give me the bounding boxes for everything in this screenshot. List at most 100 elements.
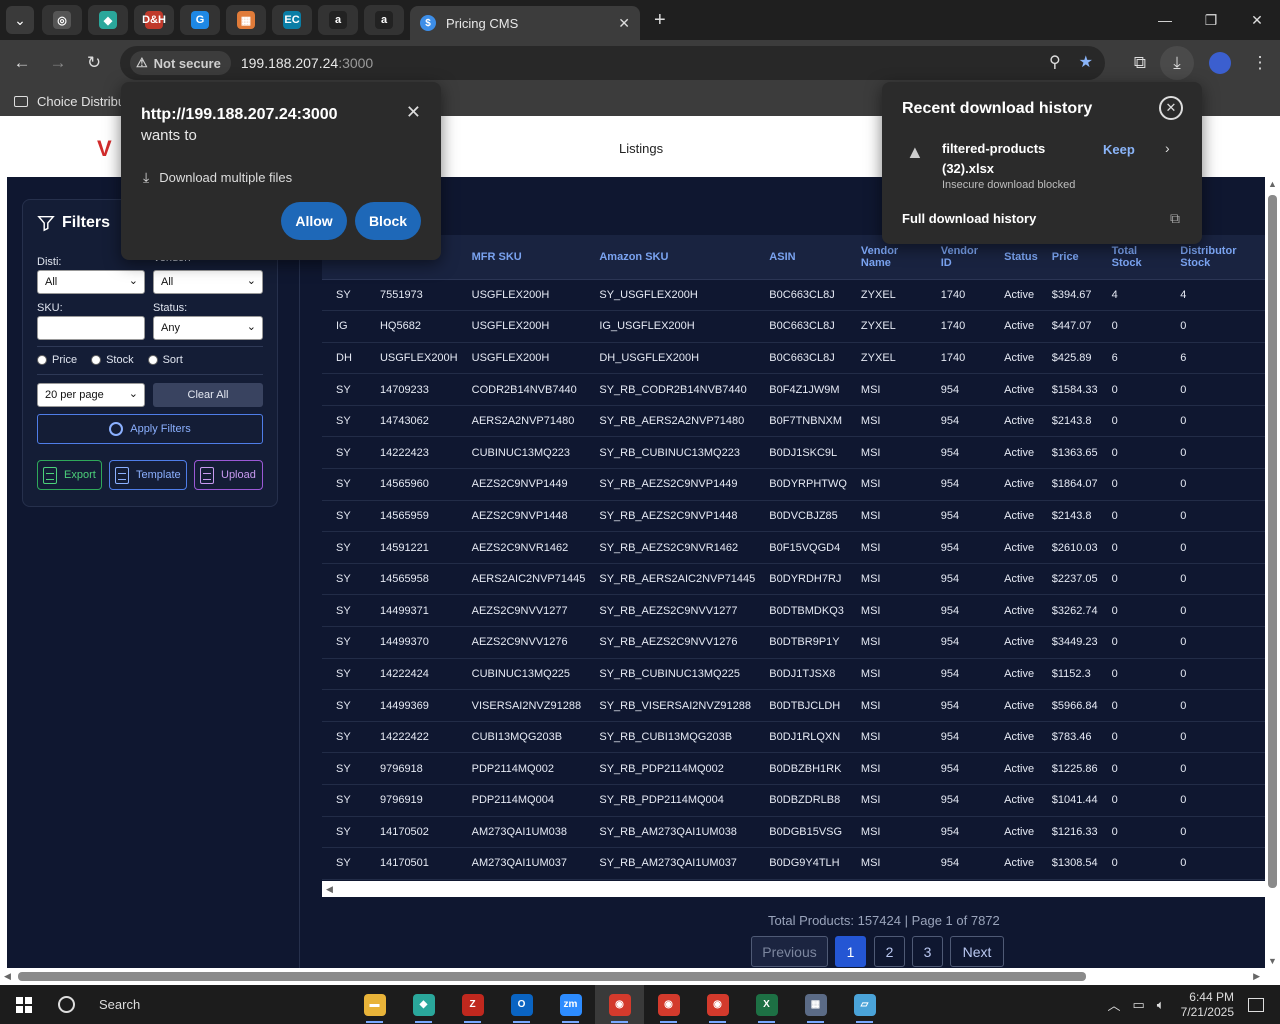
allow-button[interactable]: Allow [281, 202, 347, 240]
apply-filters-button[interactable]: Apply Filters [37, 414, 263, 444]
page-horizontal-scrollbar[interactable]: ◀ ▶ [0, 968, 1280, 985]
pinned-tab[interactable]: D&H [134, 5, 174, 35]
url-text[interactable]: 199.188.207.24:3000 [241, 55, 373, 71]
table-horizontal-scrollbar[interactable]: ◀ [322, 881, 1265, 897]
address-bar[interactable]: ⚠ Not secure 199.188.207.24:3000 ⚲ ★ [120, 46, 1105, 80]
table-row[interactable]: SY 14222423 CUBINUC13MQ223 SY_RB_CUBINUC13M… [322, 436, 1265, 470]
radio-stock[interactable]: Stock [91, 354, 134, 366]
pinned-tab[interactable]: ◎ [42, 5, 82, 35]
taskbar-app[interactable]: ◉ [595, 985, 644, 1024]
tab-search-button[interactable]: ⌄ [6, 6, 34, 34]
scroll-right-icon[interactable]: ▶ [1253, 971, 1260, 982]
taskbar-app[interactable]: ◉ [644, 985, 693, 1024]
pinned-tab[interactable]: G [180, 5, 220, 35]
new-tab-icon[interactable]: + [654, 9, 666, 32]
table-row[interactable]: SY 14170502 AM273QAI1UM038 SY_RB_AM273QAI1U… [322, 816, 1265, 849]
table-row[interactable]: DH USGFLEX200H USGFLEX200H DH_USGFLEX200H B0… [322, 342, 1265, 375]
extensions-icon[interactable]: ⧉ [1120, 53, 1160, 73]
close-tab-icon[interactable]: ✕ [618, 15, 630, 32]
zoom-icon[interactable]: ⚲ [1049, 52, 1061, 72]
table-row[interactable]: SY 7551973 USGFLEX200H SY_USGFLEX200H B0C663… [322, 279, 1265, 312]
restore-icon[interactable]: ❐ [1188, 0, 1234, 40]
clock[interactable]: 6:44 PM 7/21/2025 [1181, 990, 1234, 1020]
table-row[interactable]: SY 14743062 AERS2A2NVP71480 SY_RB_AERS2A2NV… [322, 405, 1265, 438]
forward-arrow-icon[interactable]: → [40, 45, 76, 81]
bookmark-star-icon[interactable]: ★ [1079, 52, 1093, 72]
keep-button[interactable]: Keep [1103, 142, 1135, 157]
table-row[interactable]: SY 14565958 AERS2AIC2NVP71445 SY_RB_AERS2AI… [322, 563, 1265, 596]
column-header[interactable]: ASIN [755, 235, 847, 280]
table-row[interactable]: SY 9796918 PDP2114MQ002 SY_RB_PDP2114MQ002 B… [322, 752, 1265, 785]
taskbar-app[interactable]: ▬ [350, 985, 399, 1024]
table-row[interactable]: SY 14591221 AEZS2C9NVR1462 SY_RB_AEZS2C9NVR… [322, 531, 1265, 564]
minimize-icon[interactable]: — [1142, 0, 1188, 40]
table-row[interactable]: SY 14499371 AEZS2C9NVV1277 SY_RB_AEZS2C9NVV… [322, 594, 1265, 628]
page-3-button[interactable]: 3 [912, 936, 943, 967]
table-row[interactable]: SY 9796919 PDP2114MQ004 SY_RB_PDP2114MQ004 B… [322, 784, 1265, 817]
table-row[interactable]: SY 14565960 AEZS2C9NVP1449 SY_RB_AEZS2C9NVP… [322, 468, 1265, 501]
clear-all-button[interactable]: Clear All [153, 383, 263, 407]
reload-icon[interactable]: ↻ [76, 45, 112, 81]
close-icon[interactable]: ✕ [1159, 96, 1183, 120]
taskbar-app[interactable]: O [497, 985, 546, 1024]
chevron-up-icon[interactable]: ︿ [1107, 995, 1120, 1014]
vendor-select[interactable]: All ⌄ [153, 270, 263, 294]
radio-price[interactable]: Price [37, 354, 77, 366]
scrollbar-thumb[interactable] [1268, 195, 1277, 888]
sku-input[interactable] [37, 316, 145, 340]
taskbar-app[interactable]: ▱ [840, 985, 889, 1024]
taskbar-app[interactable]: ▦ [791, 985, 840, 1024]
pinned-tab[interactable]: EC [272, 5, 312, 35]
external-link-icon[interactable]: ⧉ [1170, 210, 1180, 227]
downloads-icon[interactable]: ⤓ [1160, 46, 1194, 80]
upload-button[interactable]: Upload [194, 460, 263, 490]
start-button[interactable] [0, 996, 48, 1013]
taskbar-app[interactable]: X [742, 985, 791, 1024]
menu-kebab-icon[interactable]: ⋮ [1240, 53, 1280, 73]
taskbar-search[interactable]: Search [58, 996, 140, 1013]
pinned-tab[interactable]: ▦ [226, 5, 266, 35]
table-row[interactable]: SY 14222424 CUBINUC13MQ225 SY_RB_CUBINUC13M… [322, 658, 1265, 691]
table-row[interactable]: SY 14170501 AM273QAI1UM037 SY_RB_AM273QAI1U… [322, 847, 1265, 880]
taskbar-app[interactable]: ◉ [693, 985, 742, 1024]
brand-logo-icon[interactable]: V [97, 136, 112, 162]
block-button[interactable]: Block [355, 202, 421, 240]
profile-avatar[interactable] [1209, 52, 1231, 74]
nav-listings[interactable]: Listings [619, 141, 663, 156]
back-arrow-icon[interactable]: ← [4, 45, 40, 81]
radio-sort[interactable]: Sort [147, 354, 183, 366]
column-header[interactable]: Amazon SKU [585, 235, 756, 280]
network-icon[interactable]: ▭ [1133, 997, 1145, 1013]
site-info-button[interactable]: ⚠ Not secure [130, 51, 231, 75]
taskbar-app[interactable]: ◆ [399, 985, 448, 1024]
scrollbar-thumb[interactable] [18, 972, 1086, 981]
scroll-left-icon[interactable]: ◀ [4, 971, 11, 982]
previous-page-button[interactable]: Previous [751, 936, 828, 967]
taskbar-app[interactable]: zm [546, 985, 595, 1024]
page-1-button[interactable]: 1 [835, 936, 866, 967]
page-2-button[interactable]: 2 [874, 936, 905, 967]
export-button[interactable]: Export [37, 460, 102, 490]
notification-icon[interactable] [1248, 997, 1264, 1012]
pinned-tab[interactable]: a [318, 5, 358, 35]
scroll-left-icon[interactable]: ◀ [326, 884, 333, 895]
next-page-button[interactable]: Next [950, 936, 1004, 967]
bookmark-folder-choice[interactable]: Choice Distribu [37, 94, 125, 109]
table-row[interactable]: SY 14565959 AEZS2C9NVP1448 SY_RB_AEZS2C9NVP… [322, 500, 1265, 533]
pinned-tab[interactable]: a [364, 5, 404, 35]
table-row[interactable]: SY 14222422 CUBI13MQG203B SY_RB_CUBI13MQG20… [322, 721, 1265, 754]
taskbar-app[interactable]: Z [448, 985, 497, 1024]
chevron-right-icon[interactable]: › [1165, 140, 1170, 156]
per-page-select[interactable]: 20 per page ⌄ [37, 383, 145, 407]
scroll-up-icon[interactable]: ▲ [1268, 179, 1277, 189]
volume-icon[interactable]: 🔈︎ [1157, 997, 1165, 1013]
tab-pricing-cms[interactable]: $ Pricing CMS ✕ [410, 6, 640, 40]
close-icon[interactable]: ✕ [406, 102, 421, 123]
table-row[interactable]: SY 14499369 VISERSAI2NVZ91288 SY_RB_VISERSA… [322, 689, 1265, 722]
full-download-history-link[interactable]: Full download history [902, 211, 1036, 226]
status-select[interactable]: Any ⌄ [153, 316, 263, 340]
template-button[interactable]: Template [109, 460, 187, 490]
column-header[interactable]: MFR SKU [457, 235, 586, 280]
table-row[interactable]: SY 14709233 CODR2B14NVB7440 SY_RB_CODR2B14N… [322, 373, 1265, 406]
disti-select[interactable]: All ⌄ [37, 270, 145, 294]
